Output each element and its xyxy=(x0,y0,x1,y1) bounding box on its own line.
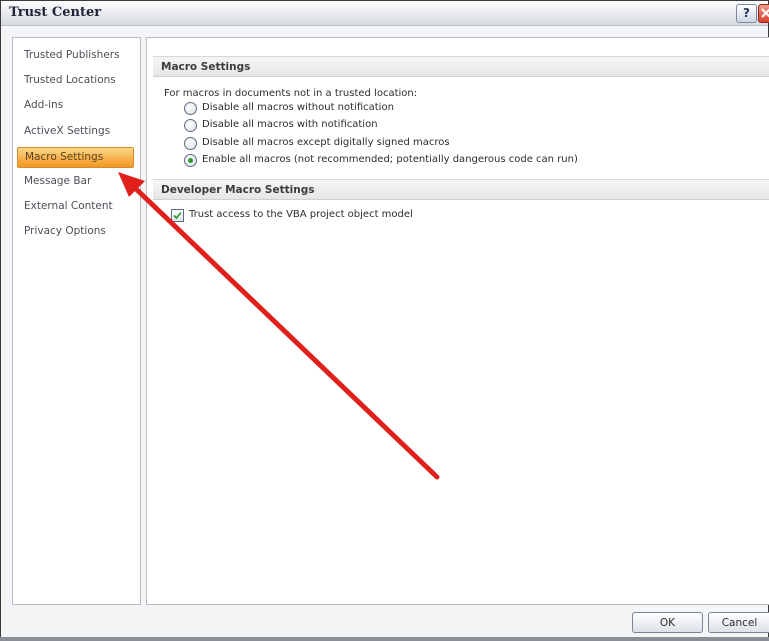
sidebar-item-add-ins[interactable]: Add-ins xyxy=(17,95,134,116)
sidebar-nav: Trusted Publishers Trusted Locations Add… xyxy=(12,37,141,605)
sidebar-item-macro-settings[interactable]: Macro Settings xyxy=(17,147,134,168)
radio-label: Enable all macros (not recommended; pote… xyxy=(202,154,578,165)
radio-label: Disable all macros without notification xyxy=(202,102,394,113)
ok-button[interactable]: OK xyxy=(632,612,703,633)
radio-selected-dot xyxy=(188,158,193,163)
dialog-title: Trust Center xyxy=(9,5,102,20)
trust-vba-checkbox[interactable] xyxy=(171,209,184,222)
sidebar-item-message-bar[interactable]: Message Bar xyxy=(17,171,134,192)
radio-button-selected[interactable] xyxy=(184,154,197,167)
sidebar-item-external-content[interactable]: External Content xyxy=(17,196,134,217)
macro-settings-header: Macro Settings xyxy=(153,56,769,77)
radio-label: Disable all macros except digitally sign… xyxy=(202,137,450,148)
trust-vba-label: Trust access to the VBA project object m… xyxy=(189,209,413,220)
close-button[interactable] xyxy=(758,4,769,23)
help-button[interactable]: ? xyxy=(736,4,757,23)
window-bottom-edge xyxy=(0,637,769,641)
sidebar-item-trusted-publishers[interactable]: Trusted Publishers xyxy=(17,45,134,66)
radio-label: Disable all macros with notification xyxy=(202,119,378,130)
cancel-button[interactable]: Cancel xyxy=(708,612,769,633)
macro-settings-intro: For macros in documents not in a trusted… xyxy=(164,88,418,99)
radio-button[interactable] xyxy=(184,119,197,132)
sidebar-item-activex-settings[interactable]: ActiveX Settings xyxy=(17,121,134,142)
checkmark-icon xyxy=(173,211,182,220)
radio-button[interactable] xyxy=(184,137,197,150)
help-icon: ? xyxy=(743,6,750,20)
sidebar-item-trusted-locations[interactable]: Trusted Locations xyxy=(17,70,134,91)
settings-panel: Macro Settings For macros in documents n… xyxy=(146,37,769,605)
close-icon xyxy=(761,8,769,18)
title-bar: Trust Center ? xyxy=(1,1,769,26)
sidebar-item-privacy-options[interactable]: Privacy Options xyxy=(17,221,134,242)
trust-center-dialog: Trust Center ? Trusted Publishers Truste… xyxy=(0,0,769,641)
radio-button[interactable] xyxy=(184,102,197,115)
developer-macro-settings-header: Developer Macro Settings xyxy=(153,179,769,200)
